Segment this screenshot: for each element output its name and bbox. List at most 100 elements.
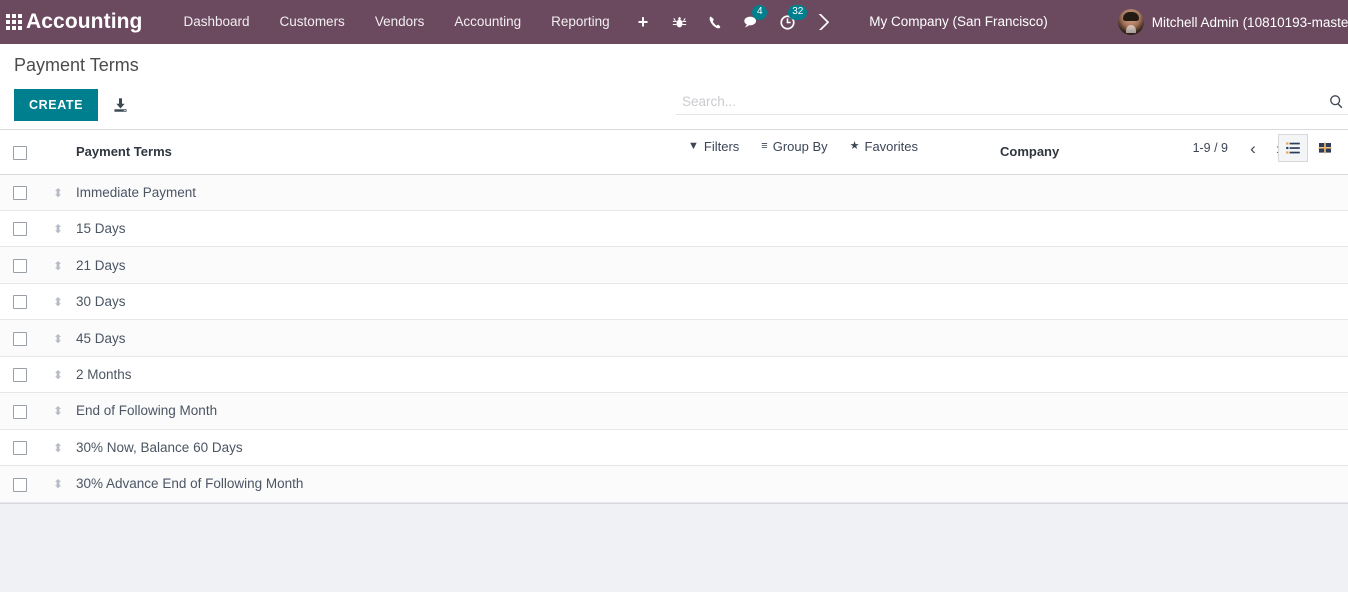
row-checkbox[interactable]	[13, 222, 27, 236]
drag-handle-icon[interactable]: ⬍	[53, 369, 63, 381]
cell-payment-term-name: 15 Days	[76, 211, 1000, 247]
app-brand-accounting[interactable]: Accounting	[26, 10, 143, 34]
drag-handle-icon[interactable]: ⬍	[53, 260, 63, 272]
row-checkbox[interactable]	[13, 405, 27, 419]
avatar	[1118, 9, 1144, 35]
debug-menu-button[interactable]	[661, 0, 697, 44]
row-checkbox[interactable]	[13, 441, 27, 455]
voip-phone-button[interactable]	[697, 0, 733, 44]
nav-item-accounting[interactable]: Accounting	[439, 0, 536, 44]
table-row[interactable]: ⬍ 2 Months	[0, 356, 1348, 392]
table-row[interactable]: ⬍ 15 Days	[0, 211, 1348, 247]
drag-handle-icon[interactable]: ⬍	[53, 333, 63, 345]
row-handle-cell: ⬍	[40, 466, 76, 502]
row-checkbox[interactable]	[13, 295, 27, 309]
row-checkbox[interactable]	[13, 259, 27, 273]
search-bar[interactable]	[676, 94, 1348, 115]
import-records-button[interactable]	[110, 95, 131, 116]
nav-item-vendors[interactable]: Vendors	[360, 0, 440, 44]
select-all-header	[0, 130, 40, 174]
cell-payment-term-name: 30% Advance End of Following Month	[76, 466, 1000, 502]
row-checkbox[interactable]	[13, 186, 27, 200]
activities-menu-button[interactable]: 32	[769, 0, 805, 44]
drag-handle-icon[interactable]: ⬍	[53, 478, 63, 490]
row-checkbox[interactable]	[13, 332, 27, 346]
search-submit-button[interactable]	[1329, 94, 1348, 109]
list-view-button[interactable]	[1278, 134, 1308, 162]
user-menu-label: Mitchell Admin (10810193-master-all)	[1152, 15, 1348, 30]
table-row[interactable]: ⬍ Immediate Payment	[0, 174, 1348, 210]
pager-count[interactable]: 1-9 / 9	[1193, 141, 1228, 155]
phone-icon	[708, 15, 723, 30]
row-handle-cell: ⬍	[40, 283, 76, 319]
system-tray: 4 32	[661, 0, 841, 44]
nav-item-customers[interactable]: Customers	[265, 0, 360, 44]
company-switcher[interactable]: My Company (San Francisco)	[855, 0, 1062, 44]
messaging-menu-button[interactable]: 4	[733, 0, 769, 44]
favorites-dropdown[interactable]: ★ Favorites	[850, 139, 918, 154]
apps-grid-icon	[6, 14, 22, 30]
row-handle-cell: ⬍	[40, 211, 76, 247]
row-handle-cell: ⬍	[40, 247, 76, 283]
import-download-icon	[112, 97, 129, 114]
drag-handle-icon[interactable]: ⬍	[53, 187, 63, 199]
search-options: ▼ Filters ≡ Group By ★ Favorites	[688, 139, 918, 154]
pager: 1-9 / 9 ‹ ›	[1193, 137, 1290, 159]
wrench-screwdriver-icon	[815, 14, 831, 30]
list-view-table: Payment Terms Company ⬍Immediate Payment…	[0, 130, 1348, 504]
row-handle-cell: ⬍	[40, 429, 76, 465]
row-handle-cell: ⬍	[40, 320, 76, 356]
create-button[interactable]: CREATE	[14, 89, 98, 121]
nav-add-button[interactable]: +	[625, 0, 662, 44]
kanban-view-button[interactable]	[1310, 134, 1340, 162]
drag-handle-icon[interactable]: ⬍	[53, 223, 63, 235]
row-select-cell	[0, 174, 40, 210]
row-select-cell	[0, 429, 40, 465]
cell-payment-term-name: 30 Days	[76, 283, 1000, 319]
messages-count-badge: 4	[752, 5, 767, 20]
filters-dropdown[interactable]: ▼ Filters	[688, 139, 739, 154]
view-switcher	[1278, 134, 1340, 162]
user-menu[interactable]: Mitchell Admin (10810193-master-all)	[1118, 9, 1348, 35]
select-all-checkbox[interactable]	[13, 146, 27, 160]
cell-payment-term-name: 21 Days	[76, 247, 1000, 283]
group-by-icon: ≡	[761, 141, 767, 152]
apps-menu-button[interactable]	[0, 0, 22, 44]
drag-handle-icon[interactable]: ⬍	[53, 442, 63, 454]
drag-handle-icon[interactable]: ⬍	[53, 405, 63, 417]
drag-handle-icon[interactable]: ⬍	[53, 296, 63, 308]
search-icon	[1329, 94, 1344, 109]
table-row[interactable]: ⬍ 21 Days	[0, 247, 1348, 283]
row-handle-cell: ⬍	[40, 393, 76, 429]
table-row[interactable]: ⬍ 30 Days	[0, 283, 1348, 319]
list-view-icon	[1285, 140, 1301, 156]
nav-item-reporting[interactable]: Reporting	[536, 0, 625, 44]
filters-label: Filters	[704, 139, 739, 154]
handle-header	[40, 130, 76, 174]
table-row[interactable]: ⬍ 30% Advance End of Following Month	[0, 466, 1348, 502]
row-select-cell	[0, 393, 40, 429]
search-input[interactable]	[676, 94, 1329, 109]
pager-previous-button[interactable]: ‹	[1242, 137, 1264, 159]
row-select-cell	[0, 320, 40, 356]
table-row[interactable]: ⬍ 30% Now, Balance 60 Days	[0, 429, 1348, 465]
star-icon: ★	[850, 141, 860, 152]
cell-payment-term-name: 45 Days	[76, 320, 1000, 356]
developer-tools-button[interactable]	[805, 0, 841, 44]
favorites-label: Favorites	[865, 139, 918, 154]
cell-company	[1000, 283, 1348, 319]
top-navbar: Accounting Dashboard Customers Vendors A…	[0, 0, 1348, 44]
group-by-dropdown[interactable]: ≡ Group By	[761, 139, 827, 154]
table-row[interactable]: ⬍End of Following Month	[0, 393, 1348, 429]
payment-terms-table: Payment Terms Company ⬍Immediate Payment…	[0, 130, 1348, 503]
cell-company	[1000, 393, 1348, 429]
cell-payment-term-name: 30% Now, Balance 60 Days	[76, 429, 1000, 465]
table-row[interactable]: ⬍ 45 Days	[0, 320, 1348, 356]
page-title: Payment Terms	[14, 44, 139, 74]
row-checkbox[interactable]	[13, 368, 27, 382]
kanban-view-icon	[1317, 140, 1333, 156]
cell-payment-term-name: 2 Months	[76, 356, 1000, 392]
row-checkbox[interactable]	[13, 478, 27, 492]
nav-item-dashboard[interactable]: Dashboard	[169, 0, 265, 44]
cell-payment-term-name: Immediate Payment	[76, 174, 1000, 210]
